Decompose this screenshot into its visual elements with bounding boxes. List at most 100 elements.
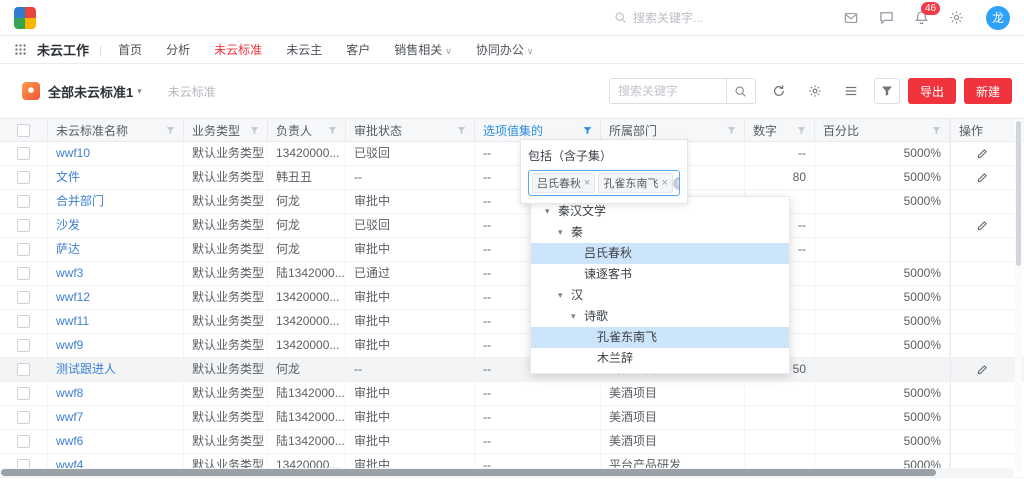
column-header[interactable]: 所属部门 (601, 119, 745, 141)
vertical-scrollbar-thumb[interactable] (1016, 121, 1021, 266)
table-row[interactable]: 萨达默认业务类型何龙审批中---- (0, 238, 1024, 262)
record-link[interactable]: 测试跟进人 (56, 362, 116, 376)
app-logo-icon[interactable] (14, 7, 36, 29)
remove-tag-icon[interactable]: × (584, 177, 590, 189)
table-row[interactable]: wwf9默认业务类型13420000...审批中--5000% (0, 334, 1024, 358)
table-row[interactable]: 文件默认业务类型韩丑丑----805000% (0, 166, 1024, 190)
vertical-scrollbar-track[interactable] (1015, 119, 1022, 471)
filter-tag-input[interactable]: 吕氏春秋×孔雀东南飞× × (528, 170, 680, 196)
filter-funnel-icon[interactable] (166, 126, 175, 135)
record-link[interactable]: 萨达 (56, 242, 80, 256)
record-link[interactable]: 沙发 (56, 218, 80, 232)
avatar[interactable]: 龙 (986, 6, 1010, 30)
table-row[interactable]: 测试跟进人默认业务类型何龙----增值项目组150 (0, 358, 1024, 382)
record-link[interactable]: wwf7 (56, 410, 83, 424)
filter-funnel-icon[interactable] (328, 126, 337, 135)
filter-funnel-icon[interactable] (797, 126, 806, 135)
row-checkbox[interactable] (17, 387, 30, 400)
horizontal-scrollbar-track[interactable] (0, 468, 1014, 477)
table-row[interactable]: wwf7默认业务类型陆1342000...审批中--美酒项目5000% (0, 406, 1024, 430)
nav-item[interactable]: 销售相关∨ (394, 41, 452, 58)
edit-pencil-icon[interactable] (976, 147, 989, 160)
nav-item[interactable]: 分析 (166, 41, 190, 58)
filter-tag[interactable]: 吕氏春秋× (532, 173, 595, 193)
remove-tag-icon[interactable]: × (661, 177, 667, 189)
tree-node[interactable]: ▾诗歌 (531, 306, 789, 327)
row-checkbox[interactable] (17, 243, 30, 256)
column-header[interactable]: 数字 (745, 119, 815, 141)
column-header[interactable]: 未云标准名称 (48, 119, 184, 141)
tree-node[interactable]: ▾秦汉文学 (531, 201, 789, 222)
edit-pencil-icon[interactable] (976, 363, 989, 376)
mail-icon[interactable] (843, 11, 859, 25)
clear-tags-icon[interactable]: × (673, 177, 680, 190)
row-checkbox[interactable] (17, 315, 30, 328)
nav-item[interactable]: 协同办公∨ (476, 41, 534, 58)
tree-node[interactable]: 木兰辞 (531, 348, 789, 369)
tree-node[interactable]: 吕氏春秋 (531, 243, 789, 264)
filter-icon[interactable] (874, 78, 900, 104)
row-checkbox[interactable] (17, 147, 30, 160)
list-search-input[interactable] (610, 79, 726, 103)
tree-caret-icon[interactable]: ▾ (545, 201, 558, 222)
filter-tag[interactable]: 孔雀东南飞× (598, 173, 672, 193)
row-checkbox[interactable] (17, 291, 30, 304)
filter-funnel-icon[interactable] (250, 126, 259, 135)
filter-funnel-icon[interactable] (727, 126, 736, 135)
filter-funnel-icon[interactable] (457, 126, 466, 135)
create-button[interactable]: 新建 (964, 78, 1012, 104)
search-button[interactable] (726, 79, 755, 103)
tree-node[interactable]: ▾秦 (531, 222, 789, 243)
table-row[interactable]: wwf12默认业务类型13420000...审批中--5000% (0, 286, 1024, 310)
refresh-icon[interactable] (766, 78, 792, 104)
tree-caret-icon[interactable]: ▾ (558, 285, 571, 306)
record-link[interactable]: 文件 (56, 170, 80, 184)
settings-gear-icon[interactable] (802, 78, 828, 104)
select-all-checkbox[interactable] (17, 124, 30, 137)
global-search[interactable]: 搜索关键字... (614, 9, 703, 26)
chat-icon[interactable] (879, 10, 894, 25)
view-title[interactable]: 全部未云标准1 (48, 82, 133, 101)
table-row[interactable]: 沙发默认业务类型何龙已驳回---- (0, 214, 1024, 238)
column-header[interactable]: 百分比 (815, 119, 950, 141)
row-checkbox[interactable] (17, 363, 30, 376)
nav-item[interactable]: 未云标准 (214, 41, 262, 58)
edit-pencil-icon[interactable] (976, 171, 989, 184)
table-row[interactable]: wwf8默认业务类型陆1342000...审批中--美酒项目5000% (0, 382, 1024, 406)
tree-node[interactable]: 孔雀东南飞 (531, 327, 789, 348)
tree-node[interactable]: ▾汉 (531, 285, 789, 306)
table-row[interactable]: wwf11默认业务类型13420000...审批中--5000% (0, 310, 1024, 334)
edit-pencil-icon[interactable] (976, 219, 989, 232)
column-header[interactable]: 业务类型 (184, 119, 268, 141)
tree-caret-icon[interactable]: ▾ (571, 306, 584, 327)
record-link[interactable]: wwf6 (56, 434, 83, 448)
column-header[interactable]: 选项值集的 (475, 119, 601, 141)
record-link[interactable]: wwf8 (56, 386, 83, 400)
column-header[interactable]: 操作 (950, 119, 1014, 141)
nav-item[interactable]: 未云主 (286, 41, 322, 58)
filter-funnel-icon[interactable] (583, 126, 592, 135)
record-link[interactable]: wwf3 (56, 266, 83, 280)
row-checkbox[interactable] (17, 411, 30, 424)
tree-node[interactable]: 谏逐客书 (531, 264, 789, 285)
chevron-down-icon[interactable]: ▾ (137, 86, 142, 97)
record-link[interactable]: wwf9 (56, 338, 83, 352)
nav-item[interactable]: 首页 (118, 41, 142, 58)
table-row[interactable]: wwf10默认业务类型13420000...已驳回----5000% (0, 142, 1024, 166)
record-link[interactable]: wwf11 (56, 314, 89, 328)
bell-icon[interactable]: 46 (914, 10, 929, 25)
row-checkbox[interactable] (17, 195, 30, 208)
tree-caret-icon[interactable]: ▾ (558, 222, 571, 243)
column-header[interactable]: 负责人 (268, 119, 346, 141)
table-row[interactable]: 合并部门默认业务类型何龙审批中--5000% (0, 190, 1024, 214)
record-link[interactable]: wwf10 (56, 146, 90, 160)
filter-funnel-icon[interactable] (932, 126, 941, 135)
record-link[interactable]: wwf12 (56, 290, 90, 304)
app-launcher-icon[interactable] (14, 43, 27, 56)
table-row[interactable]: wwf6默认业务类型陆1342000...审批中--美酒项目5000% (0, 430, 1024, 454)
export-button[interactable]: 导出 (908, 78, 956, 104)
list-view-icon[interactable] (838, 78, 864, 104)
row-checkbox[interactable] (17, 171, 30, 184)
horizontal-scrollbar-thumb[interactable] (1, 469, 936, 476)
gear-icon[interactable] (949, 10, 964, 25)
